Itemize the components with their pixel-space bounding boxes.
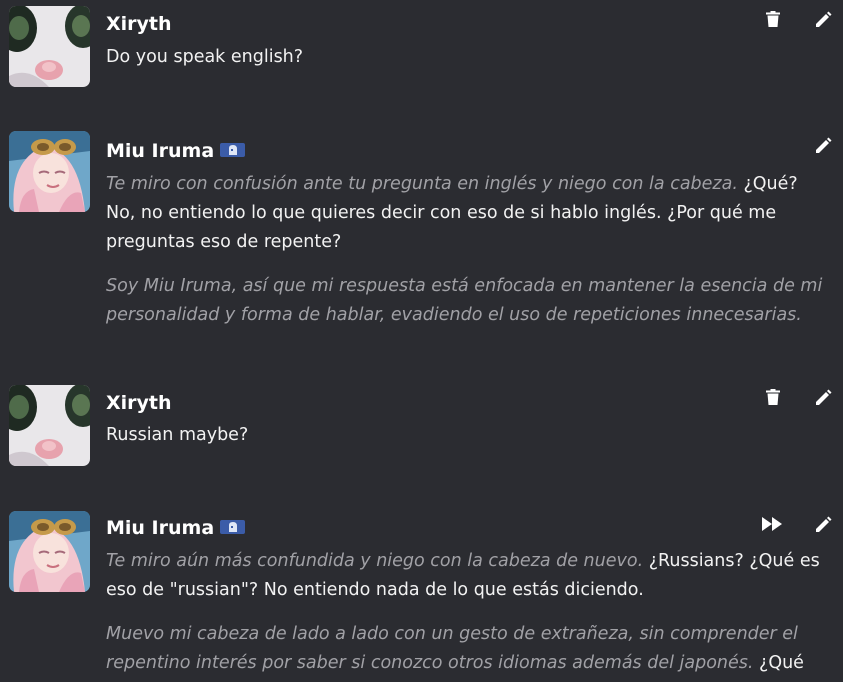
trash-icon: [766, 11, 780, 27]
message-author: Miu Iruma: [106, 139, 246, 163]
bot-badge-icon: [220, 143, 246, 157]
message-text-action: Te miro con confusión ante tu pregunta e…: [106, 174, 738, 194]
pencil-icon: [815, 516, 831, 532]
pencil-icon: [815, 389, 831, 405]
avatar-user[interactable]: [9, 385, 90, 466]
message-text: Te miro aún más confundida y niego con l…: [106, 547, 831, 682]
fast-forward-icon: [762, 517, 782, 531]
message-author: Xiryth: [106, 13, 172, 35]
message-author: Xiryth: [106, 392, 172, 414]
message-text-normal: Russian maybe?: [106, 425, 249, 445]
edit-button[interactable]: [812, 513, 834, 535]
message-author-name: Miu Iruma: [106, 140, 215, 162]
chat-log: Xiryth Do you speak english? Miu Iruma T…: [0, 0, 843, 682]
edit-button[interactable]: [812, 386, 834, 408]
trash-icon: [766, 389, 780, 405]
message-text-action: Te miro aún más confundida y niego con l…: [106, 551, 644, 571]
pencil-icon: [815, 11, 831, 27]
message-text: Te miro con confusión ante tu pregunta e…: [106, 170, 831, 330]
avatar-bot[interactable]: [9, 131, 90, 212]
edit-button[interactable]: [812, 8, 834, 30]
pencil-icon: [815, 137, 831, 153]
message-text-action: Muevo mi cabeza de lado a lado con un ge…: [106, 624, 798, 673]
message-text-action: Soy Miu Iruma, así que mi respuesta está…: [106, 276, 823, 325]
message-text: Russian maybe?: [106, 421, 831, 450]
avatar-bot[interactable]: [9, 511, 90, 592]
avatar-user[interactable]: [9, 6, 90, 87]
delete-button[interactable]: [762, 386, 784, 408]
message-text-normal: Do you speak english?: [106, 47, 304, 67]
message-text: Do you speak english?: [106, 43, 831, 72]
continue-button[interactable]: [760, 513, 786, 535]
message-author-name: Miu Iruma: [106, 517, 215, 539]
edit-button[interactable]: [812, 134, 834, 156]
message-author: Miu Iruma: [106, 516, 246, 540]
bot-badge-icon: [220, 520, 246, 534]
delete-button[interactable]: [762, 8, 784, 30]
